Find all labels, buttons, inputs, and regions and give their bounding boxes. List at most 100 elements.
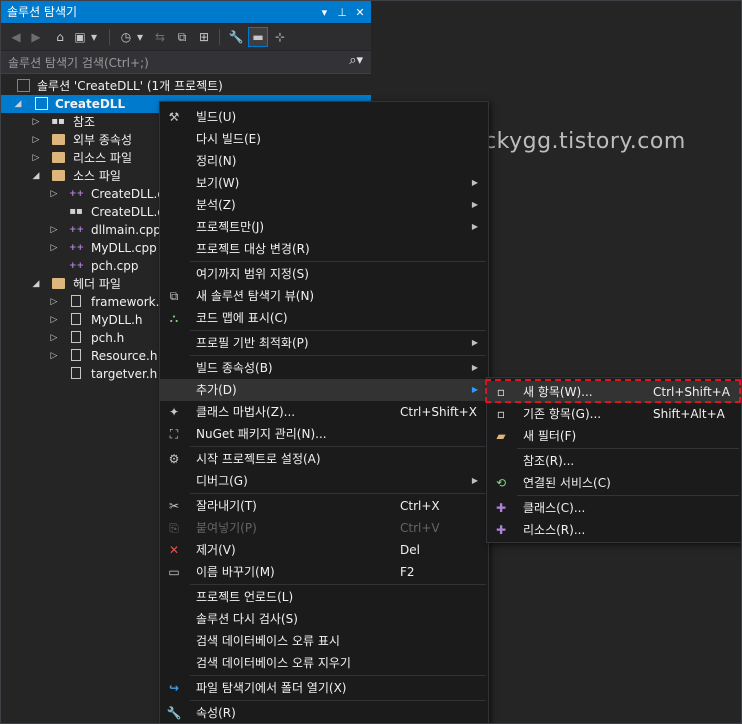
close-icon[interactable]: ✕ [353, 2, 367, 24]
menu-item-clear-db-errors[interactable]: 검색 데이터베이스 오류 지우기 [160, 652, 488, 674]
expand-arrow-icon[interactable]: ◢ [31, 167, 41, 185]
menu-item-code-map[interactable]: ⛬ 코드 맵에 표시(C) [160, 307, 488, 329]
menu-item-analyze[interactable]: 분석(Z) ▶ [160, 194, 488, 216]
home-icon[interactable]: ⌂ [51, 28, 69, 46]
folder-icon [52, 152, 65, 163]
preview-icon[interactable]: ▬ [248, 27, 268, 47]
header-file-icon [71, 349, 81, 361]
menu-item-clean[interactable]: 정리(N) [160, 150, 488, 172]
search-bar[interactable]: 솔루션 탐색기 검색(Ctrl+;) ⌕▾ [1, 51, 371, 74]
open-folder-arrow-icon: ↪ [168, 681, 180, 695]
submenu-arrow-icon: ▶ [471, 178, 478, 187]
sync-icon[interactable]: ⇆ [151, 28, 169, 46]
collapsed-arrow-icon[interactable]: ▷ [31, 149, 41, 167]
menu-item-paste[interactable]: ⎘ 붙여넣기(P) Ctrl+V [160, 517, 488, 539]
properties-wrench-icon[interactable]: 🔧 [227, 28, 245, 46]
menu-item-remove[interactable]: ✕ 제거(V) Del [160, 539, 488, 561]
menu-item-open-in-explorer[interactable]: ↪ 파일 탐색기에서 폴더 열기(X) [160, 677, 488, 699]
panel-titlebar[interactable]: 솔루션 탐색기 ▾ ⊥ ✕ [1, 1, 371, 23]
cpp-file-icon: ++ [69, 225, 85, 235]
highlight-box [485, 379, 741, 403]
add-class-icon: ✚ [495, 501, 507, 515]
code-map-icon: ⛬ [169, 311, 179, 325]
context-menu: ⚒ 빌드(U) 다시 빌드(E) 정리(N) 보기(W) ▶ 분석(Z) ▶ 프로젝트… [159, 101, 489, 723]
collapsed-arrow-icon[interactable]: ▷ [49, 185, 59, 203]
submenu-arrow-icon: ▶ [471, 222, 478, 231]
menu-item-build-dependencies[interactable]: 빌드 종속성(B) ▶ [160, 357, 488, 379]
show-all-files-icon[interactable]: ⊞ [195, 28, 213, 46]
menu-item-cut[interactable]: ✂ 잘라내기(T) Ctrl+X [160, 495, 488, 517]
pin-icon[interactable]: ⊥ [335, 2, 349, 24]
submenu-item-existing-item[interactable]: ▫ 기존 항목(G)... Shift+Alt+A [487, 403, 741, 425]
submenu-item-class[interactable]: ✚ 클래스(C)... [487, 497, 741, 519]
menu-item-rename[interactable]: ▭ 이름 바꾸기(M) F2 [160, 561, 488, 583]
window-frame: 솔루션 탐색기 ▾ ⊥ ✕ ◀ ▶ ⌂ ▣ ▾ ◷ ▾ ⇆ ⧉ ⊞ 🔧 ▬ ⊹ … [0, 0, 742, 724]
pending-changes-icon[interactable]: ◷ [117, 28, 135, 46]
submenu-arrow-icon: ▶ [471, 338, 478, 347]
menu-item-unload-project[interactable]: 프로젝트 언로드(L) [160, 586, 488, 608]
search-icon[interactable]: ⌕▾ [349, 53, 363, 68]
menu-item-build[interactable]: ⚒ 빌드(U) [160, 106, 488, 128]
collapsed-arrow-icon[interactable]: ▷ [49, 239, 59, 257]
menu-item-pgo[interactable]: 프로필 기반 최적화(P) ▶ [160, 332, 488, 354]
wrench-icon: 🔧 [166, 706, 182, 720]
cpp-file-icon: ++ [69, 261, 85, 271]
build-icon: ⚒ [168, 110, 180, 124]
connected-service-icon: ⟲ [495, 476, 507, 490]
submenu-arrow-icon: ▶ [471, 200, 478, 209]
folder-open-icon [52, 170, 65, 181]
collapsed-arrow-icon[interactable]: ▷ [49, 221, 59, 239]
menu-item-add[interactable]: 추가(D) ▶ [160, 379, 488, 401]
collapsed-arrow-icon[interactable]: ▷ [49, 347, 59, 365]
existing-item-icon: ▫ [496, 407, 506, 421]
expand-arrow-icon[interactable]: ◢ [13, 95, 23, 113]
collapsed-arrow-icon[interactable]: ▷ [49, 311, 59, 329]
header-file-icon [71, 295, 81, 307]
collapsed-arrow-icon[interactable]: ▷ [31, 113, 41, 131]
new-folder-icon: ▰ [496, 429, 506, 443]
collapsed-arrow-icon[interactable]: ▷ [49, 293, 59, 311]
menu-item-show-db-errors[interactable]: 검색 데이터베이스 오류 표시 [160, 630, 488, 652]
tree-solution-node[interactable]: 솔루션 'CreateDLL' (1개 프로젝트) [1, 77, 371, 95]
menu-item-set-startup[interactable]: ⚙ 시작 프로젝트로 설정(A) [160, 448, 488, 470]
project-icon [35, 97, 48, 110]
switch-view-icon[interactable]: ▣ [71, 28, 89, 46]
menu-item-scope-to-this[interactable]: 여기까지 범위 지정(S) [160, 263, 488, 285]
submenu-item-resource[interactable]: ✚ 리소스(R)... [487, 519, 741, 541]
menu-item-project-only[interactable]: 프로젝트만(J) ▶ [160, 216, 488, 238]
collapsed-arrow-icon[interactable]: ▷ [31, 131, 41, 149]
forward-icon[interactable]: ▶ [27, 28, 45, 46]
back-icon[interactable]: ◀ [7, 28, 25, 46]
menu-item-properties[interactable]: 🔧 속성(R) [160, 702, 488, 723]
solution-icon [17, 79, 30, 92]
submenu-arrow-icon: ▶ [471, 363, 478, 372]
menu-item-view[interactable]: 보기(W) ▶ [160, 172, 488, 194]
submenu-item-new-filter[interactable]: ▰ 새 필터(F) [487, 425, 741, 447]
menu-item-debug[interactable]: 디버그(G) ▶ [160, 470, 488, 492]
submenu-item-reference[interactable]: 참조(R)... [487, 450, 741, 472]
panel-title: 솔루션 탐색기 [7, 5, 78, 19]
expand-arrow-icon[interactable]: ◢ [31, 275, 41, 293]
submenu-arrow-icon: ▶ [471, 476, 478, 485]
gear-icon: ⚙ [168, 452, 180, 466]
dropdown-icon[interactable]: ▾ [317, 2, 331, 24]
def-file-icon: ▪▪ [69, 206, 83, 217]
menu-item-rebuild[interactable]: 다시 빌드(E) [160, 128, 488, 150]
collapsed-arrow-icon[interactable]: ▷ [49, 329, 59, 347]
search-input[interactable]: 솔루션 탐색기 검색(Ctrl+;) [8, 54, 149, 71]
remove-x-icon: ✕ [168, 543, 180, 557]
class-view-icon[interactable]: ⊹ [271, 28, 289, 46]
header-file-icon [71, 313, 81, 325]
menu-item-retarget[interactable]: 프로젝트 대상 변경(R) [160, 238, 488, 260]
submenu-item-connected-service[interactable]: ⟲ 연결된 서비스(C) [487, 472, 741, 494]
menu-item-class-wizard[interactable]: ✦ 클래스 마법사(Z)... Ctrl+Shift+X [160, 401, 488, 423]
menu-item-rescan-solution[interactable]: 솔루션 다시 검사(S) [160, 608, 488, 630]
chevron-down-icon[interactable]: ▾ [89, 28, 99, 46]
add-resource-icon: ✚ [495, 523, 507, 537]
collapse-all-icon[interactable]: ⧉ [173, 28, 191, 46]
class-wizard-icon: ✦ [168, 405, 180, 419]
menu-item-nuget[interactable]: ⛶ NuGet 패키지 관리(N)... [160, 423, 488, 445]
cpp-file-icon: ++ [69, 243, 85, 253]
chevron-down-icon[interactable]: ▾ [135, 28, 145, 46]
menu-item-new-explorer-view[interactable]: ⧉ 새 솔루션 탐색기 뷰(N) [160, 285, 488, 307]
